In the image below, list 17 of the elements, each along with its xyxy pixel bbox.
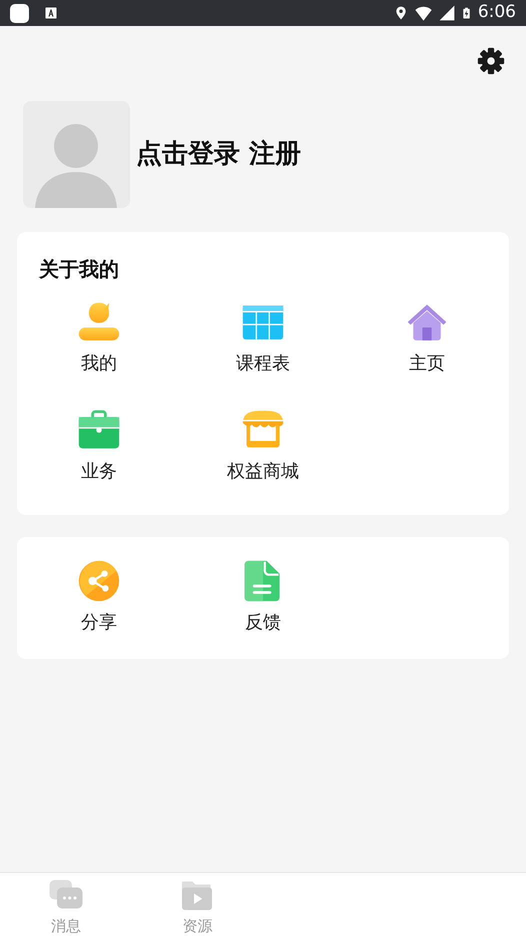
clock-text: 6:06 [478, 1, 516, 24]
settings-icon[interactable] [476, 46, 506, 76]
location-icon [394, 4, 408, 22]
app-icon [10, 4, 29, 22]
menu-item[interactable]: 业务 [17, 404, 181, 512]
login-link[interactable]: 点击登录 注册 [136, 134, 302, 174]
notification-icon [45, 7, 57, 19]
wifi-icon [414, 4, 433, 22]
menu-item[interactable]: 主页 [345, 296, 509, 404]
menu-item[interactable]: 分享 [17, 555, 181, 663]
section-title: 关于我的 [38, 256, 120, 283]
menu-item[interactable]: 反馈 [181, 555, 345, 663]
menu-item[interactable]: 课程表 [181, 296, 345, 404]
menu-item[interactable]: 权益商城 [181, 404, 345, 512]
share-icon [77, 559, 121, 603]
signal-icon [438, 5, 455, 21]
menu-item[interactable]: 我的 [17, 296, 181, 404]
